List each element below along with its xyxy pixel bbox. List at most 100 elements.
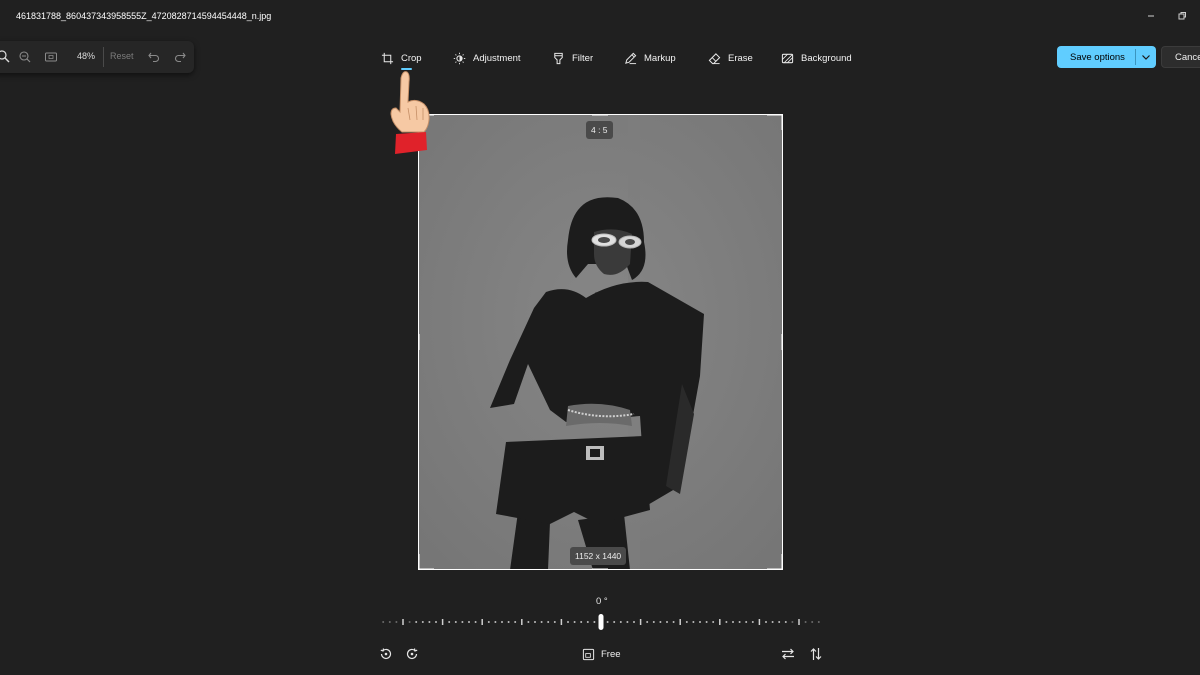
ruler-tick: [461, 621, 464, 623]
filter-icon: [554, 52, 563, 64]
ruler-tick: [784, 621, 787, 623]
ruler-tick: [408, 621, 411, 623]
ruler-tick: [402, 619, 404, 625]
ruler-tick: [758, 619, 761, 625]
ruler-tick: [811, 621, 814, 623]
ruler-tick: [705, 621, 708, 623]
ruler-tick: [586, 621, 589, 623]
aspect-ratio-badge: 4 : 5: [586, 121, 613, 139]
ruler-tick: [388, 621, 391, 623]
tab-erase[interactable]: Erase: [708, 48, 753, 68]
ruler-tick: [501, 621, 503, 623]
ruler-tick: [435, 621, 437, 623]
rotate-left-icon[interactable]: [378, 646, 394, 662]
tab-label: Filter: [572, 52, 594, 64]
cancel-button[interactable]: Cancel: [1161, 46, 1200, 68]
ruler-tick: [567, 621, 569, 623]
ruler-tick: [481, 619, 483, 625]
ruler-tick: [639, 619, 642, 625]
ruler-tick: [751, 621, 754, 623]
fit-to-window-icon[interactable]: [43, 49, 59, 65]
restore-icon[interactable]: [1174, 8, 1190, 24]
chevron-down-icon[interactable]: [1140, 51, 1152, 63]
ruler-tick: [580, 621, 583, 623]
ruler-tick: [712, 621, 715, 623]
ruler-tick: [593, 621, 596, 623]
rotation-slider[interactable]: [378, 612, 824, 632]
ruler-tick: [725, 621, 728, 623]
tab-markup[interactable]: Markup: [624, 48, 676, 68]
aspect-ratio-dropdown[interactable]: Free: [582, 646, 621, 662]
rotate-right-icon[interactable]: [404, 646, 420, 662]
crop-icon: [381, 52, 394, 64]
flip-horizontal-icon[interactable]: [780, 646, 796, 662]
image-canvas[interactable]: [418, 114, 783, 570]
ruler-tick: [573, 621, 576, 623]
eraser-icon: [708, 52, 721, 64]
ruler-tick: [765, 621, 767, 623]
ruler-tick: [613, 621, 616, 623]
tab-label: Erase: [728, 52, 753, 64]
aspect-ratio-icon: [582, 648, 595, 660]
aspect-ratio-label: Free: [601, 648, 621, 660]
tab-label: Crop: [401, 52, 422, 64]
crop-frame[interactable]: [418, 114, 783, 570]
undo-icon[interactable]: [146, 49, 162, 65]
window-title: 461831788_860437343958555Z_4720828714594…: [16, 11, 272, 21]
cancel-label: Cancel: [1175, 52, 1200, 63]
save-options-label: Save options: [1070, 52, 1125, 63]
ruler-tick: [448, 621, 451, 623]
background-icon: [781, 53, 794, 63]
ruler-tick: [454, 621, 457, 623]
tab-crop[interactable]: Crop: [381, 48, 422, 68]
ruler-tick: [771, 621, 774, 623]
ruler-tick: [560, 619, 563, 625]
save-options-button[interactable]: Save options: [1057, 46, 1156, 68]
ruler-tick: [547, 621, 550, 623]
ruler-tick: [474, 621, 477, 623]
ruler-tick: [666, 621, 668, 623]
ruler-tick: [421, 621, 424, 623]
ruler-tick: [778, 621, 781, 623]
ruler-tick: [619, 621, 622, 623]
ruler-tick: [659, 621, 662, 623]
tab-filter[interactable]: Filter: [552, 48, 593, 68]
tab-label: Markup: [644, 52, 676, 64]
redo-icon[interactable]: [172, 49, 188, 65]
ruler-tick: [521, 619, 523, 625]
ruler-tick: [679, 619, 681, 625]
ruler-tick: [626, 621, 629, 623]
ruler-tick: [804, 621, 807, 623]
flip-vertical-icon[interactable]: [808, 646, 824, 662]
ruler-tick: [441, 619, 444, 625]
minimize-icon[interactable]: [1143, 8, 1159, 24]
ruler-tick: [540, 621, 543, 623]
title-bar: 461831788_860437343958555Z_4720828714594…: [0, 0, 1200, 32]
ruler-tick: [606, 621, 609, 623]
ruler-tick: [487, 621, 490, 623]
ruler-tick: [534, 621, 536, 623]
rotation-slider-thumb[interactable]: [598, 614, 604, 630]
ruler-tick: [395, 621, 398, 623]
zoom-out-icon[interactable]: [17, 49, 33, 65]
tab-adjustment[interactable]: Adjustment: [453, 48, 521, 68]
ruler-tick: [527, 621, 530, 623]
ruler-tick: [672, 621, 675, 623]
rotation-angle: 0 °: [596, 596, 608, 607]
ruler-tick: [817, 621, 820, 623]
pointing-hand-icon: [390, 71, 430, 154]
reset-button[interactable]: Reset: [110, 51, 134, 61]
ruler-tick: [415, 621, 418, 623]
ruler-tick: [699, 621, 701, 623]
ruler-tick: [514, 621, 517, 623]
zoom-in-icon[interactable]: [0, 49, 12, 65]
tab-background[interactable]: Background: [781, 48, 852, 68]
zoom-percentage[interactable]: 48%: [77, 51, 95, 61]
ruler-tick: [646, 621, 649, 623]
ruler-tick: [507, 621, 510, 623]
ruler-tick: [732, 621, 734, 623]
tab-label: Background: [801, 52, 852, 64]
ruler-tick: [738, 621, 741, 623]
ruler-tick: [382, 621, 385, 623]
zoom-toolbar: 48% Reset: [0, 41, 194, 73]
